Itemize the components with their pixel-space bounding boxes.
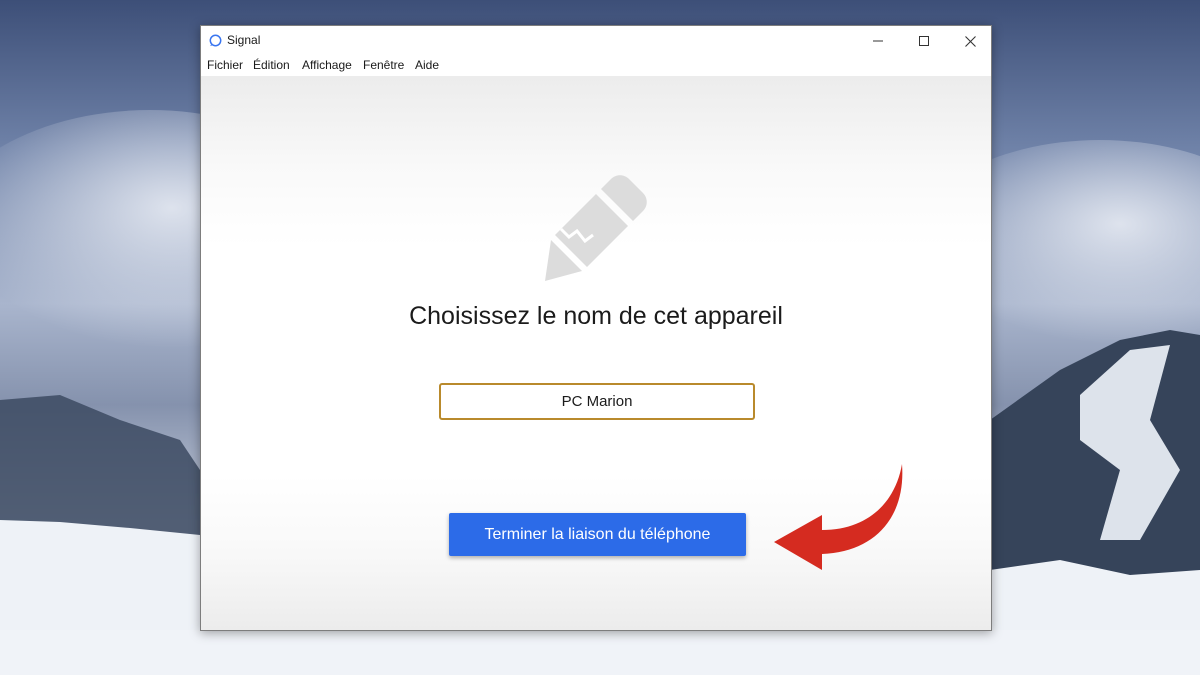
menu-item-aide[interactable]: Aide <box>415 58 439 72</box>
pencil-icon <box>545 175 647 281</box>
red-curved-arrow-icon <box>774 464 903 570</box>
maximize-icon <box>919 36 929 46</box>
menu-item-edition[interactable]: Édition <box>253 58 290 72</box>
page-title: Choisissez le nom de cet appareil <box>409 302 783 330</box>
maximize-button[interactable] <box>901 26 947 56</box>
menu-item-fenetre[interactable]: Fenêtre <box>363 58 404 72</box>
title-bar[interactable]: Signal <box>201 26 991 56</box>
close-icon <box>964 35 976 47</box>
minimize-button[interactable] <box>855 26 901 56</box>
device-name-input[interactable] <box>439 383 755 420</box>
desktop-background: Signal Fichier Édition Affichage Fenêtre… <box>0 0 1200 675</box>
close-button[interactable] <box>947 26 993 56</box>
finish-linking-button[interactable]: Terminer la liaison du téléphone <box>449 513 746 556</box>
menu-item-affichage[interactable]: Affichage <box>302 58 352 72</box>
menu-bar: Fichier Édition Affichage Fenêtre Aide <box>201 56 991 76</box>
signal-logo-icon <box>209 34 222 47</box>
menu-item-fichier[interactable]: Fichier <box>207 58 243 72</box>
window-title: Signal <box>227 33 261 47</box>
minimize-icon <box>873 40 883 42</box>
